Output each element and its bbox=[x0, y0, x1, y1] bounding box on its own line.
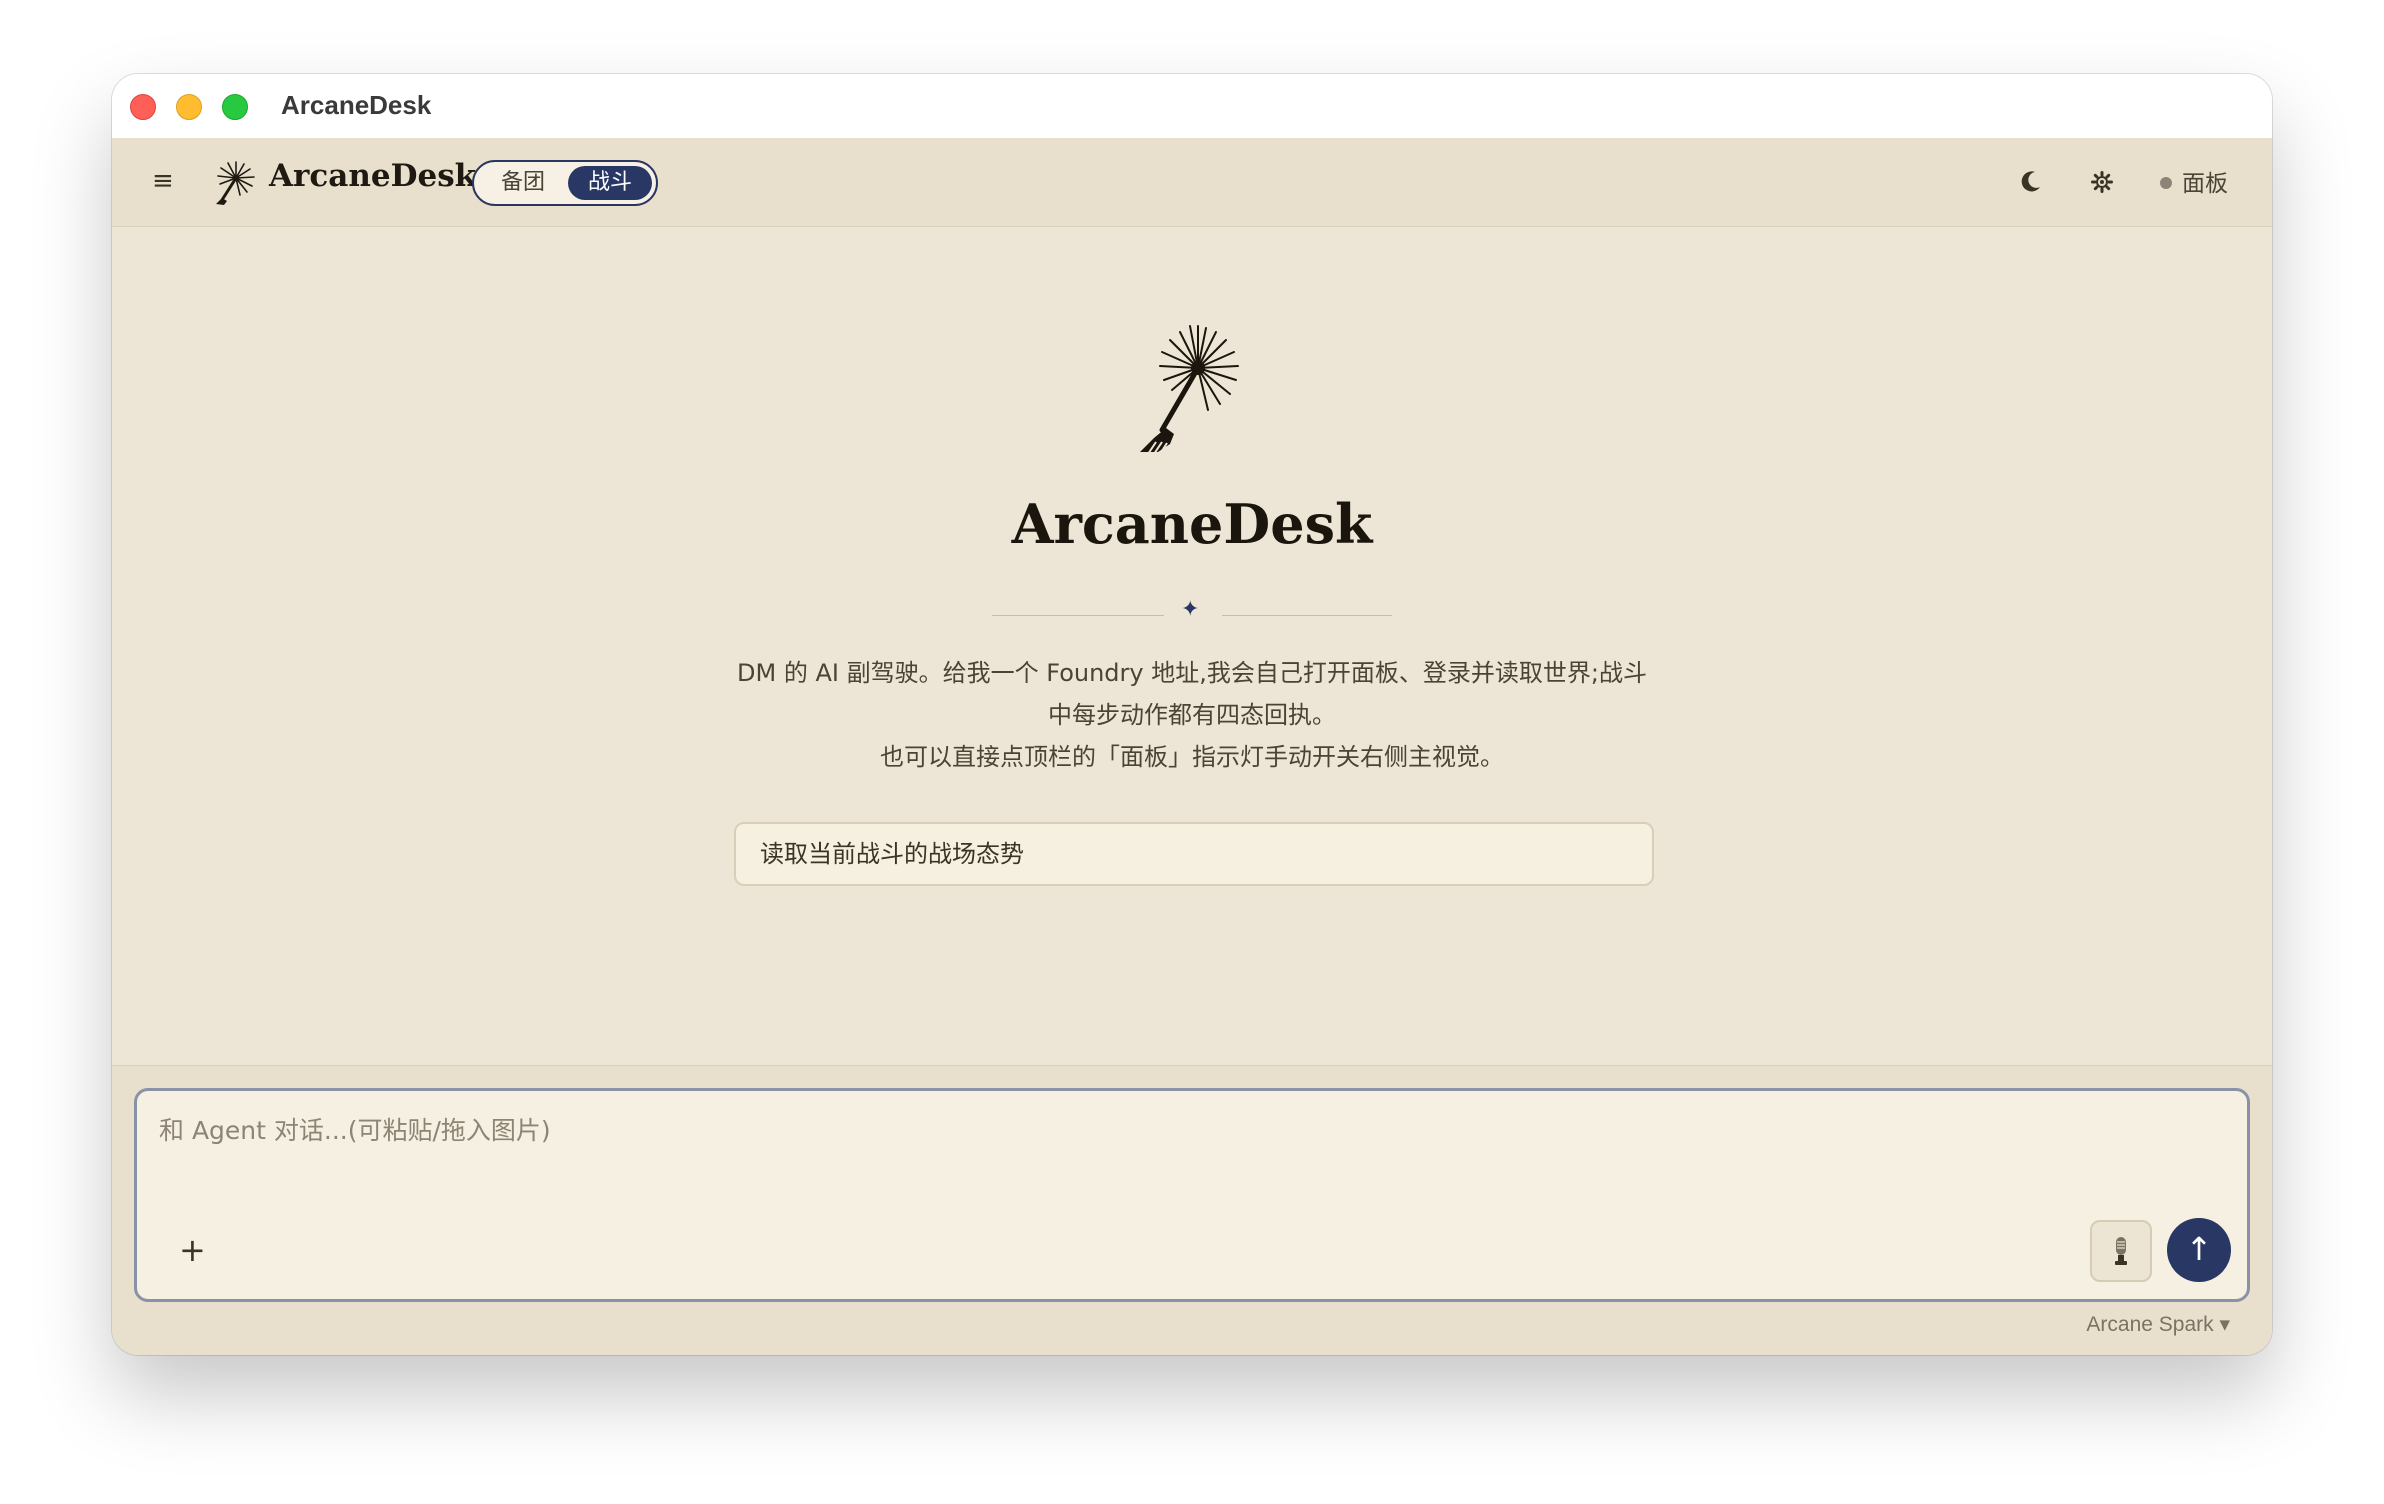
mode-toggle: 备团 战斗 bbox=[472, 160, 658, 206]
brand-logo-icon bbox=[216, 161, 255, 205]
description-line-2: 也可以直接点顶栏的「面板」指示灯手动开关右侧主视觉。 bbox=[880, 743, 1504, 771]
close-window-button[interactable] bbox=[130, 94, 156, 120]
description-line-1: DM 的 AI 副驾驶。给我一个 Foundry 地址,我会自己打开面板、登录并… bbox=[737, 659, 1647, 729]
minimize-window-button[interactable] bbox=[176, 94, 202, 120]
menu-icon[interactable]: ≡ bbox=[152, 166, 174, 196]
microphone-icon bbox=[2115, 1237, 2127, 1265]
model-selector[interactable]: Arcane Spark ▾ bbox=[2086, 1312, 2230, 1337]
divider-right bbox=[1222, 615, 1392, 616]
chat-composer: 和 Agent 对话...(可粘贴/拖入图片) + ↑ bbox=[134, 1088, 2250, 1302]
gear-icon[interactable] bbox=[2091, 171, 2113, 193]
hero-title: ArcaneDesk bbox=[1011, 492, 1373, 556]
hero-description: DM 的 AI 副驾驶。给我一个 Foundry 地址,我会自己打开面板、登录并… bbox=[732, 652, 1652, 778]
window-titlebar: ArcaneDesk bbox=[112, 74, 2272, 139]
attach-button[interactable]: + bbox=[179, 1231, 206, 1269]
app-window: ArcaneDesk ≡ ArcaneDesk 备团 战斗 面板 ArcaneD… bbox=[112, 74, 2272, 1355]
suggestion-chip[interactable]: 读取当前战斗的战场态势 bbox=[734, 822, 1654, 886]
composer-area: 和 Agent 对话...(可粘贴/拖入图片) + ↑ Arcane Spark… bbox=[112, 1065, 2272, 1355]
mode-option-combat[interactable]: 战斗 bbox=[568, 166, 652, 200]
chat-input[interactable]: 和 Agent 对话...(可粘贴/拖入图片) bbox=[159, 1111, 2225, 1201]
brand-name: ArcaneDesk bbox=[269, 158, 477, 194]
app-header: ≡ ArcaneDesk 备团 战斗 面板 bbox=[112, 138, 2272, 227]
welcome-screen: ArcaneDesk ✦ DM 的 AI 副驾驶。给我一个 Foundry 地址… bbox=[112, 227, 2272, 1065]
magic-wand-logo-icon bbox=[1140, 325, 1239, 455]
send-button[interactable]: ↑ bbox=[2167, 1218, 2231, 1282]
microphone-button[interactable] bbox=[2090, 1220, 2152, 1282]
moon-icon[interactable] bbox=[2018, 168, 2044, 194]
panel-label: 面板 bbox=[2182, 171, 2228, 197]
sparkle-icon: ✦ bbox=[1181, 597, 1200, 622]
panel-indicator-button[interactable]: 面板 bbox=[2160, 164, 2228, 198]
divider-left bbox=[992, 615, 1164, 616]
mode-option-prep[interactable]: 备团 bbox=[482, 166, 564, 200]
panel-status-dot bbox=[2160, 176, 2172, 189]
zoom-window-button[interactable] bbox=[222, 94, 248, 120]
window-title: ArcaneDesk bbox=[281, 90, 432, 120]
